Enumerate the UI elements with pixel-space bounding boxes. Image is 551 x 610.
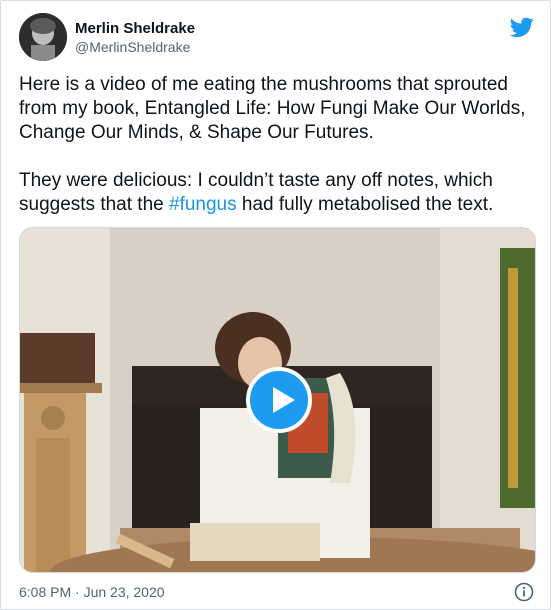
tweet-paragraph: Here is a video of me eating the mushroo…	[19, 74, 526, 143]
tweet-card: Merlin Sheldrake @MerlinSheldrake Here i…	[0, 0, 551, 610]
timestamp-link[interactable]: 6:08 PM · Jun 23, 2020	[19, 584, 165, 600]
avatar[interactable]	[19, 13, 67, 61]
display-name[interactable]: Merlin Sheldrake	[75, 19, 195, 38]
video-player[interactable]	[19, 227, 536, 573]
info-icon[interactable]	[514, 582, 534, 602]
tweet-text: Here is a video of me eating the mushroo…	[19, 73, 534, 217]
user-handle[interactable]: @MerlinSheldrake	[75, 38, 195, 56]
tweet-header: Merlin Sheldrake @MerlinSheldrake	[19, 13, 534, 61]
avatar-image	[19, 13, 67, 61]
twitter-bird-icon[interactable]	[509, 15, 534, 39]
tweet-footer: 6:08 PM · Jun 23, 2020	[19, 581, 534, 603]
author-names: Merlin Sheldrake @MerlinSheldrake	[75, 19, 195, 56]
play-button[interactable]	[246, 367, 312, 433]
play-icon	[273, 387, 295, 413]
tweet-paragraph: They were delicious: I couldn’t taste an…	[19, 169, 534, 217]
hashtag-link[interactable]: #fungus	[169, 194, 237, 215]
tweet-text-segment: had fully metabolised the text.	[236, 194, 494, 215]
